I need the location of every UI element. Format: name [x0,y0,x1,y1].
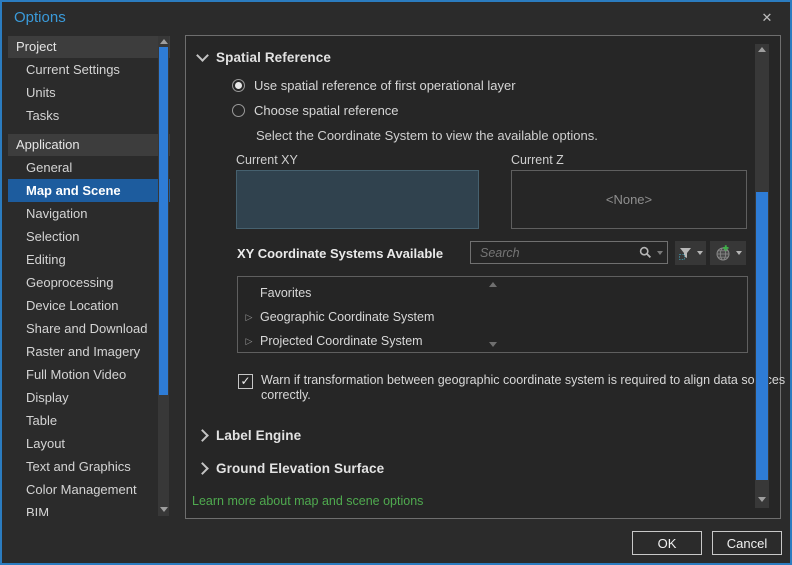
list-item-label: Favorites [260,286,312,300]
close-icon[interactable]: ✕ [758,9,776,27]
sidebar-item-share-and-download[interactable]: Share and Download [8,317,170,340]
filter-coordinate-systems-button[interactable] [675,241,706,265]
sidebar-item-color-management[interactable]: Color Management [8,478,170,501]
sidebar-item-full-motion-video[interactable]: Full Motion Video [8,363,170,386]
sidebar: Project Current Settings Units Tasks App… [8,36,170,516]
section-title: Spatial Reference [216,50,331,65]
chevron-right-icon [196,429,209,442]
radio-selected-icon[interactable] [232,79,245,92]
filter-icon [678,246,693,261]
current-z-value-box[interactable]: <None> [511,170,747,229]
chevron-down-icon [196,49,209,62]
sidebar-item-table[interactable]: Table [8,409,170,432]
current-xy-label: Current XY [236,153,298,167]
scroll-down-icon[interactable] [158,505,169,513]
scroll-up-icon[interactable] [158,38,169,46]
radio-choose-spatial-reference[interactable]: Choose spatial reference [232,103,399,118]
radio-label: Choose spatial reference [254,103,399,118]
warn-transformation-checkbox-row[interactable]: ✓ Warn if transformation between geograp… [238,373,790,403]
section-title: Ground Elevation Surface [216,461,385,476]
chevron-right-icon [196,462,209,475]
list-item-projected-coordinate-system[interactable]: ▷ Projected Coordinate System [238,329,747,353]
checkbox-label: Warn if transformation between geographi… [261,373,786,402]
search-box[interactable] [470,241,668,264]
list-item-geographic-coordinate-system[interactable]: ▷ Geographic Coordinate System [238,305,747,329]
sidebar-header-application: Application [8,134,170,156]
sidebar-item-navigation[interactable]: Navigation [8,202,170,225]
sidebar-item-device-location[interactable]: Device Location [8,294,170,317]
sidebar-scrollbar[interactable] [158,36,169,516]
coordinate-systems-list: Favorites ▷ Geographic Coordinate System… [237,276,748,353]
xy-systems-available-label: XY Coordinate Systems Available [237,246,444,261]
filter-caret-icon[interactable] [697,251,703,255]
content-scrollbar-thumb[interactable] [756,192,768,480]
section-spatial-reference[interactable]: Spatial Reference [196,49,331,65]
search-icon [639,246,652,259]
add-coordinate-system-icon [715,244,732,262]
radio-unselected-icon[interactable] [232,104,245,117]
add-system-caret-icon[interactable] [735,251,742,255]
section-ground-elevation-surface[interactable]: Ground Elevation Surface [196,461,385,476]
dialog-title: Options [14,9,66,26]
ok-button[interactable]: OK [632,531,702,555]
sidebar-item-units[interactable]: Units [8,81,170,104]
sidebar-item-tasks[interactable]: Tasks [8,104,170,127]
cancel-button[interactable]: Cancel [712,531,782,555]
options-content-panel: Spatial Reference Use spatial reference … [185,35,785,519]
search-options-caret-icon[interactable] [657,250,663,255]
sidebar-item-bim[interactable]: BIM [8,501,170,516]
scroll-up-icon[interactable] [755,46,769,55]
options-dialog: Options ✕ Project Current Settings Units… [0,0,792,565]
content-scrollbar[interactable] [755,44,769,508]
radio-use-first-layer[interactable]: Use spatial reference of first operation… [232,78,516,93]
radio-label: Use spatial reference of first operation… [254,78,516,93]
sidebar-header-project: Project [8,36,170,58]
sidebar-item-geoprocessing[interactable]: Geoprocessing [8,271,170,294]
list-item-label: Geographic Coordinate System [260,310,435,324]
sidebar-scrollbar-thumb[interactable] [159,47,168,395]
sidebar-item-editing[interactable]: Editing [8,248,170,271]
sidebar-item-display[interactable]: Display [8,386,170,409]
sidebar-item-text-and-graphics[interactable]: Text and Graphics [8,455,170,478]
sidebar-item-raster-and-imagery[interactable]: Raster and Imagery [8,340,170,363]
add-coordinate-system-button[interactable] [710,241,746,265]
titlebar: Options ✕ [2,2,790,34]
sidebar-item-layout[interactable]: Layout [8,432,170,455]
current-z-value: <None> [605,192,653,207]
current-z-label: Current Z [511,153,564,167]
section-title: Label Engine [216,428,302,443]
sidebar-item-current-settings[interactable]: Current Settings [8,58,170,81]
list-scroll-down-icon[interactable] [488,342,497,347]
sidebar-item-selection[interactable]: Selection [8,225,170,248]
scroll-down-icon[interactable] [755,495,769,504]
tree-expand-icon[interactable]: ▷ [238,336,260,347]
sidebar-item-general[interactable]: General [8,156,170,179]
checkbox-checked-icon[interactable]: ✓ [238,374,253,389]
learn-more-link[interactable]: Learn more about map and scene options [192,494,423,508]
section-label-engine[interactable]: Label Engine [196,428,302,443]
list-scroll-up-icon[interactable] [488,282,497,287]
list-item-label: Projected Coordinate System [260,334,423,348]
coordinate-system-hint: Select the Coordinate System to view the… [256,128,598,143]
tree-expand-icon[interactable]: ▷ [238,312,260,323]
search-input[interactable] [478,244,639,261]
sidebar-item-map-and-scene[interactable]: Map and Scene [8,179,170,202]
current-xy-value-box[interactable] [236,170,479,229]
